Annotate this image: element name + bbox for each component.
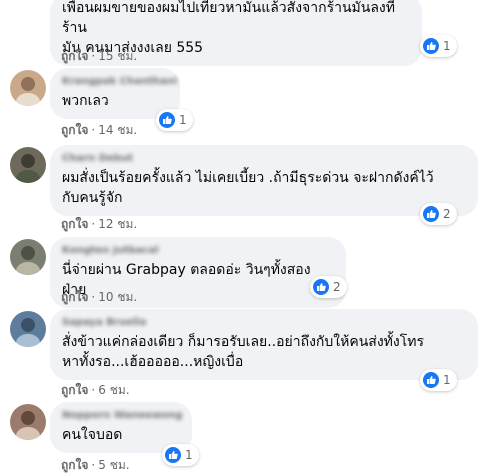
separator-dot: · [91, 217, 96, 231]
like-link[interactable]: ถูกใจ [61, 290, 88, 304]
like-link[interactable]: ถูกใจ [61, 383, 88, 397]
comment-text: ผมสั่งเป็นร้อยครั้งแล้ว ไม่เคยเบี้ยว .ถ้… [62, 170, 434, 206]
comment-meta: ถูกใจ · 12 ชม. [61, 215, 137, 234]
comment-text: สั่งข้าวแค่กล่องเดียว ก็มารอรับเลย..อย่า… [62, 334, 424, 370]
reaction-number: 1 [179, 113, 187, 127]
thumbs-up-icon [423, 206, 439, 222]
reaction-number: 2 [333, 280, 341, 294]
separator-dot: · [91, 458, 96, 472]
separator-dot: · [91, 383, 96, 397]
comment-author[interactable]: Krangpak Chanthani [62, 75, 177, 88]
comment-text: คนใจบอด [62, 427, 123, 443]
comment-text: พวกเลว [62, 93, 109, 109]
comment-bubble[interactable]: Sapaya Bruella สั่งข้าวแค่กล่องเดียว ก็ม… [50, 309, 478, 380]
reaction-number: 1 [185, 448, 193, 462]
thumbs-up-icon [159, 112, 175, 128]
comment-bubble[interactable]: Charn Debut ผมสั่งเป็นร้อยครั้งแล้ว ไม่เ… [50, 145, 478, 216]
comment-time[interactable]: 6 ชม. [98, 383, 129, 397]
reaction-count[interactable]: 1 [420, 35, 457, 57]
reaction-count[interactable]: 2 [420, 203, 457, 225]
comment-meta: ถูกใจ · 6 ชม. [61, 381, 130, 400]
reaction-number: 1 [443, 39, 451, 53]
reaction-count[interactable]: 1 [156, 109, 193, 131]
reaction-count[interactable]: 1 [162, 444, 199, 466]
avatar[interactable] [10, 239, 46, 275]
comment-meta: ถูกใจ · 15 ชม. [61, 47, 137, 66]
comment-time[interactable]: 14 ชม. [98, 123, 137, 137]
comment-time[interactable]: 15 ชม. [98, 49, 137, 63]
reaction-number: 1 [443, 373, 451, 387]
comment-time[interactable]: 5 ชม. [98, 458, 129, 472]
reaction-count[interactable]: 1 [420, 369, 457, 391]
thumbs-up-icon [423, 372, 439, 388]
like-link[interactable]: ถูกใจ [61, 123, 88, 137]
comment-author[interactable]: Sapaya Bruella [62, 316, 466, 329]
comment-author[interactable]: Kongten Jutbacal [62, 244, 334, 257]
reaction-count[interactable]: 2 [310, 276, 347, 298]
separator-dot: · [91, 49, 96, 63]
separator-dot: · [91, 290, 96, 304]
avatar[interactable] [10, 311, 46, 347]
thumbs-up-icon [423, 38, 439, 54]
like-link[interactable]: ถูกใจ [61, 458, 88, 472]
avatar[interactable] [10, 404, 46, 440]
comment-meta: ถูกใจ · 5 ชม. [61, 456, 130, 474]
thumbs-up-icon [165, 447, 181, 463]
comment-meta: ถูกใจ · 10 ชม. [61, 288, 137, 307]
comment-time[interactable]: 12 ชม. [98, 217, 137, 231]
avatar[interactable] [10, 147, 46, 183]
thumbs-up-icon [313, 279, 329, 295]
reaction-number: 2 [443, 207, 451, 221]
avatar[interactable] [10, 70, 46, 106]
comment-author[interactable]: Nopporn Waneewong [62, 409, 182, 422]
separator-dot: · [91, 123, 96, 137]
like-link[interactable]: ถูกใจ [61, 217, 88, 231]
like-link[interactable]: ถูกใจ [61, 49, 88, 63]
comment-author[interactable]: Charn Debut [62, 152, 466, 165]
comment-meta: ถูกใจ · 14 ชม. [61, 121, 137, 140]
comment-time[interactable]: 10 ชม. [98, 290, 137, 304]
